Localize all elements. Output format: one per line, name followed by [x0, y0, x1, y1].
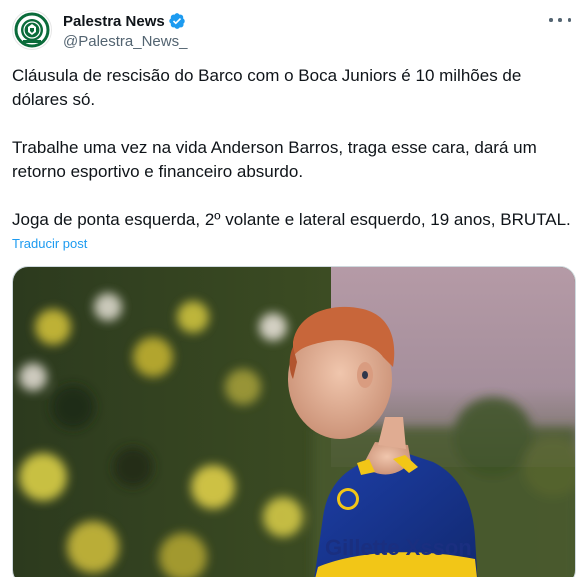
author-handle[interactable]: @Palestra_News_	[63, 33, 187, 52]
translate-post-link[interactable]: Traducir post	[12, 236, 87, 251]
tweet-media-photo[interactable]: Gillette Xsson	[12, 266, 576, 577]
more-horizontal-icon[interactable]	[549, 12, 571, 28]
avatar[interactable]	[12, 10, 52, 50]
verified-badge-icon[interactable]	[168, 12, 186, 30]
display-name[interactable]: Palestra News	[63, 13, 165, 30]
tweet-paragraph-1: Cláusula de rescisão do Barco com o Boca…	[12, 66, 522, 109]
player-photo: Gillette Xsson	[13, 267, 575, 577]
tweet-paragraph-2: Trabalhe uma vez na vida Anderson Barros…	[12, 138, 537, 181]
display-name-row: Palestra News	[63, 11, 187, 31]
author-names: Palestra News @Palestra_News_	[63, 11, 187, 52]
tweet-header: Palestra News @Palestra_News_	[12, 10, 575, 54]
jersey-sponsor-text: Gillette Xsson	[325, 535, 472, 560]
tweet-paragraph-3: Joga de ponta esquerda, 2º volante e lat…	[12, 210, 571, 229]
club-crest-logo	[14, 12, 50, 48]
tweet-text: Cláusula de rescisão do Barco com o Boca…	[12, 64, 577, 232]
tweet-card: Palestra News @Palestra_News_ Cláusula d…	[0, 0, 587, 577]
